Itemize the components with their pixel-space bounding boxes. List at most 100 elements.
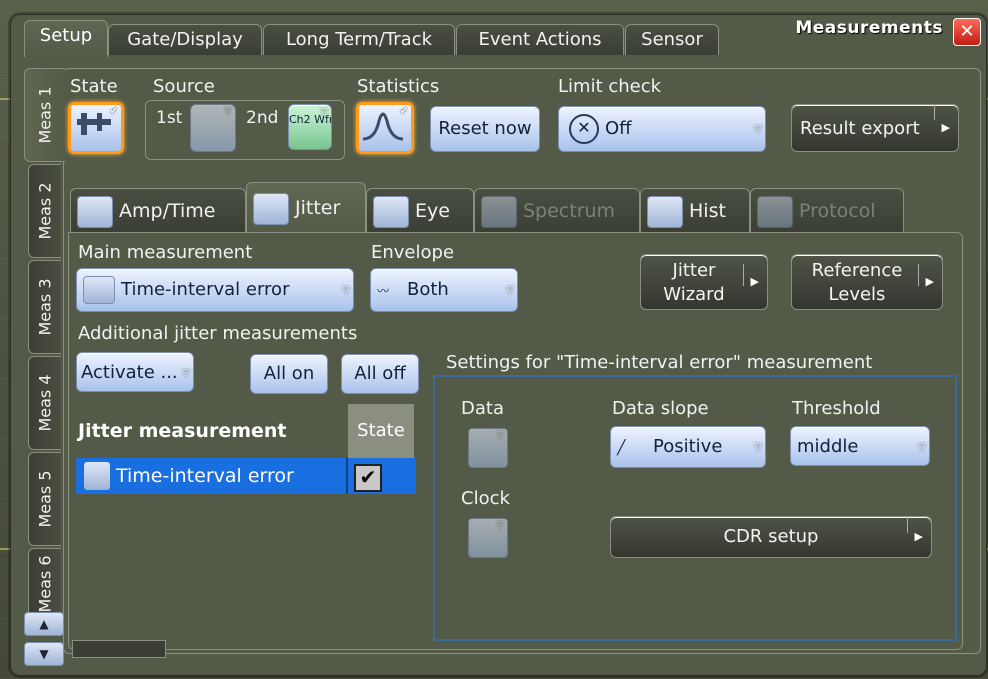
state-label: State (70, 76, 118, 97)
limit-check-value: Off (605, 118, 632, 139)
all-off-button[interactable]: All off (341, 354, 419, 394)
tie-icon (83, 276, 115, 304)
side-tab-meas-4[interactable]: Meas 4 (28, 356, 61, 450)
side-tab-label: Meas 4 (35, 374, 55, 432)
subtab-eye[interactable]: Eye (366, 188, 474, 233)
cdr-setup-label: CDR setup (723, 526, 819, 547)
scroll-up-button[interactable]: ▲ (24, 612, 64, 636)
arrow-right-icon: ▶ (742, 264, 759, 294)
subtab-hist[interactable]: Hist (640, 188, 750, 233)
checkmark-icon: ✔ (109, 106, 118, 117)
chevron-up-icon: ▲ (39, 617, 49, 631)
additional-jitter-label: Additional jitter measurements (78, 323, 358, 344)
side-tab-label: Meas 3 (35, 278, 55, 336)
side-tab-meas-6[interactable]: Meas 6 (28, 548, 61, 620)
column-header-jitter-measurement: Jitter measurement (78, 420, 287, 442)
source-first-button[interactable]: ▽ (190, 104, 236, 152)
subtab-label: Amp/Time (119, 200, 216, 222)
chevron-down-icon: ▽ (496, 430, 504, 441)
results-tab (72, 640, 166, 658)
circle-x-icon: ✕ (569, 114, 599, 144)
tie-icon (84, 462, 110, 490)
jitter-wizard-button[interactable]: Jitter Wizard ▶ (640, 254, 768, 310)
side-tab-meas-2[interactable]: Meas 2 (28, 164, 61, 258)
state-toggle[interactable]: ✔ (68, 102, 124, 154)
source-first-label: 1st (156, 108, 183, 128)
source-second-button[interactable]: Ch2 Wfm1▽ (288, 104, 332, 150)
activate-dropdown[interactable]: Activate ... ▽ (76, 352, 194, 392)
scroll-down-button[interactable]: ▼ (24, 642, 64, 666)
side-tab-label: Meas 1 (35, 86, 55, 144)
checkmark-icon: ✔ (399, 106, 408, 117)
tab-setup[interactable]: Setup (24, 20, 108, 57)
data-label: Data (461, 398, 504, 419)
chevron-down-icon: ▽ (342, 285, 350, 296)
data-slope-label: Data slope (612, 398, 709, 419)
chevron-down-icon: ▽ (754, 442, 762, 453)
clock-source-button[interactable]: ▽ (468, 518, 508, 558)
source-second-label: 2nd (246, 108, 279, 128)
close-button[interactable]: ✕ (953, 18, 981, 46)
side-tab-label: Meas 2 (35, 182, 55, 240)
chevron-down-icon: ▽ (506, 285, 514, 296)
chevron-down-icon: ▽ (320, 107, 328, 118)
arrow-right-icon: ▶ (917, 264, 934, 294)
subtab-jitter[interactable]: Jitter (246, 182, 366, 233)
tab-event-actions[interactable]: Event Actions (456, 24, 624, 55)
all-on-button[interactable]: All on (250, 354, 328, 394)
threshold-value: middle (797, 436, 859, 457)
arrow-right-icon: ▶ (933, 105, 950, 151)
eye-diagram-icon (373, 195, 409, 228)
threshold-label: Threshold (792, 398, 881, 419)
close-icon: ✕ (959, 21, 975, 42)
envelope-dropdown[interactable]: 〰 Both ▽ (370, 268, 518, 312)
statistics-toggle[interactable]: ✔ (356, 102, 414, 154)
jitter-table-header: Jitter measurement State (76, 404, 416, 458)
side-tab-meas-3[interactable]: Meas 3 (28, 260, 61, 354)
table-row[interactable]: Time-interval error ✔ (76, 458, 416, 494)
threshold-dropdown[interactable]: middle ▽ (790, 426, 930, 466)
side-tab-label: Meas 6 (35, 555, 55, 613)
subtab-label: Eye (415, 200, 450, 222)
chevron-down-icon: ▽ (496, 520, 504, 531)
reset-now-button[interactable]: Reset now (430, 106, 540, 152)
column-divider (346, 458, 348, 494)
chevron-down-icon: ▼ (39, 647, 49, 661)
chevron-down-icon: ▽ (754, 124, 762, 135)
envelope-value: Both (407, 279, 449, 300)
envelope-icon: 〰 (377, 284, 390, 298)
row-measurement-name: Time-interval error (116, 465, 294, 487)
cdr-setup-button[interactable]: CDR setup ▶ (610, 516, 932, 558)
settings-title: Settings for "Time-interval error" measu… (446, 352, 873, 373)
envelope-label: Envelope (371, 242, 455, 263)
main-measurement-value: Time-interval error (121, 279, 290, 300)
column-header-state: State (348, 404, 414, 458)
subtab-label: Hist (689, 200, 726, 222)
reference-levels-button[interactable]: Reference Levels ▶ (791, 254, 943, 310)
subtab-protocol: Protocol (750, 188, 904, 233)
result-export-button[interactable]: Result export ▶ (791, 104, 959, 152)
result-export-label: Result export (800, 118, 920, 139)
clock-label: Clock (461, 488, 510, 509)
main-measurement-dropdown[interactable]: Time-interval error ▽ (76, 268, 354, 312)
jitter-wizard-label: Jitter Wizard (663, 260, 725, 305)
data-slope-dropdown[interactable]: ╱ Positive ▽ (610, 426, 766, 468)
side-tab-meas-5[interactable]: Meas 5 (28, 452, 61, 546)
subtab-amp-time[interactable]: Amp/Time (70, 188, 246, 233)
tab-sensor[interactable]: Sensor (625, 24, 719, 55)
data-source-button[interactable]: ▽ (468, 428, 508, 468)
tab-gate-display[interactable]: Gate/Display (108, 24, 262, 55)
subtab-label: Jitter (295, 197, 341, 219)
activate-label: Activate ... (81, 362, 178, 383)
tab-long-term-track[interactable]: Long Term/Track (263, 24, 455, 55)
subtab-spectrum: Spectrum (474, 188, 640, 233)
limit-check-dropdown[interactable]: ✕ Off ▽ (558, 106, 766, 152)
spectrum-icon (481, 195, 517, 228)
data-slope-value: Positive (653, 436, 723, 457)
main-measurement-label: Main measurement (78, 242, 253, 263)
side-tab-meas-1[interactable]: Meas 1 (24, 68, 65, 162)
limit-check-label: Limit check (558, 76, 662, 97)
row-state-checkbox[interactable]: ✔ (354, 464, 382, 492)
chevron-down-icon: ▽ (918, 442, 926, 453)
dialog-title: Measurements (795, 18, 943, 38)
